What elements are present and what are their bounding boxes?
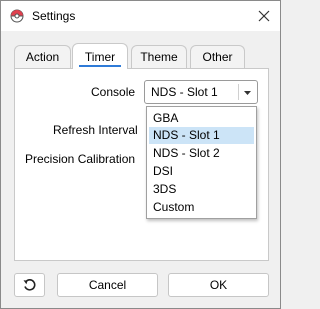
option-custom[interactable]: Custom [149,199,254,216]
combo-divider [238,84,239,100]
app-icon [10,9,24,23]
close-icon [258,10,270,22]
tab-other[interactable]: Other [190,45,245,68]
tab-action[interactable]: Action [14,45,71,68]
precision-calibration-label: Precision Calibration [25,152,136,166]
console-dropdown-list: GBA NDS - Slot 1 NDS - Slot 2 DSI 3DS Cu… [146,106,257,219]
tab-timer[interactable]: Timer [72,43,128,69]
console-label: Console [91,85,136,99]
chevron-down-icon [244,91,251,95]
option-dsi[interactable]: DSI [149,163,254,180]
title-bar: Settings [1,1,280,31]
option-nds-slot-2[interactable]: NDS - Slot 2 [149,145,254,162]
settings-window: Settings Action Timer Theme Other Consol… [0,0,281,309]
undo-icon [23,278,36,291]
ok-button[interactable]: OK [168,273,269,297]
option-3ds[interactable]: 3DS [149,181,254,198]
reset-button[interactable] [14,273,45,297]
refresh-interval-label: Refresh Interval [53,123,138,137]
console-select[interactable]: NDS - Slot 1 [144,80,258,104]
console-selected-value: NDS - Slot 1 [151,85,218,99]
option-gba[interactable]: GBA [149,110,254,127]
cancel-button[interactable]: Cancel [57,273,158,297]
tab-bar: Action Timer Theme Other [14,43,269,69]
window-title: Settings [32,9,76,23]
close-button[interactable] [248,1,280,31]
tab-theme[interactable]: Theme [131,45,187,68]
option-nds-slot-1[interactable]: NDS - Slot 1 [149,127,254,144]
